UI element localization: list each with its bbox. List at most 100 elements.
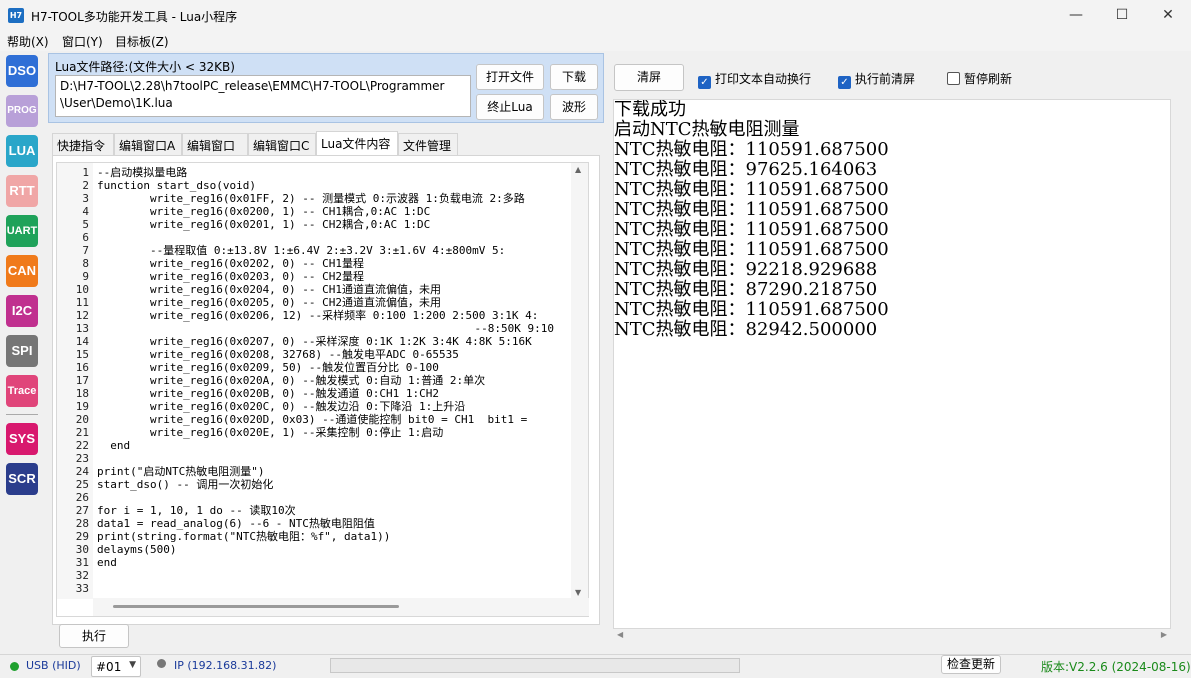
sidebar: DSO PROG LUA RTT UART CAN I2C SPI Trace … <box>0 51 44 654</box>
pause-refresh-label: 暂停刷新 <box>964 72 1013 86</box>
line-number: 3 <box>82 192 89 205</box>
line-number: 2 <box>82 179 89 192</box>
sidebar-item-prog[interactable]: PROG <box>6 95 38 127</box>
line-number: 27 <box>75 504 89 517</box>
scroll-right-icon[interactable]: ▶ <box>1161 630 1167 639</box>
stop-lua-button[interactable]: 终止Lua <box>476 94 544 120</box>
ip-status-label: IP (192.168.31.82) <box>174 659 277 672</box>
line-number: 5 <box>82 218 89 231</box>
sidebar-divider <box>6 414 38 415</box>
title-bar: H7 H7-TOOL多功能开发工具 - Lua小程序 — ☐ ✕ <box>0 0 1191 31</box>
code-line: write_reg16(0x01FF, 2) -- 测量模式 0:示波器 1:负… <box>97 192 525 205</box>
code-line: write_reg16(0x0209, 50) --触发位置百分比 0-100 <box>97 361 439 374</box>
line-number: 9 <box>82 270 89 283</box>
clear-screen-button[interactable]: 清屏 <box>614 64 684 91</box>
output-horizontal-scrollbar[interactable]: ◀ ▶ <box>613 629 1171 643</box>
code-line: print(string.format("NTC热敏电阻：%f", data1)… <box>97 530 391 543</box>
clear-before-run-checkbox[interactable]: ✓ 执行前清屏 <box>838 70 916 89</box>
code-line: write_reg16(0x0205, 0) -- CH2通道直流偏值，未用 <box>97 296 442 309</box>
code-line: write_reg16(0x0203, 0) -- CH2量程 <box>97 270 365 283</box>
editor-tabs: 快捷指令 编辑窗口A 编辑窗口B 编辑窗口C Lua文件内容 文件管理 <box>52 131 604 168</box>
auto-wrap-checkbox[interactable]: ✓ 打印文本自动换行 <box>698 70 812 89</box>
code-editor[interactable]: 1 2 3 4 5 6 7 8 9 10 11 12 13 14 15 16 17 18 19 20 21 22 23 24 2… <box>56 162 589 617</box>
output-console[interactable]: 下载成功 启动NTC热敏电阻测量 NTC热敏电阻：110591.687500 NTC热… <box>613 99 1171 629</box>
lua-path-field[interactable]: D:\H7-TOOL\2.28\h7toolPC_release\EMMC\H7… <box>55 75 471 117</box>
code-line: write_reg16(0x0206, 12) --采样频率 0:100 1:2… <box>97 309 539 322</box>
line-number: 18 <box>75 387 89 400</box>
auto-wrap-label: 打印文本自动换行 <box>715 72 812 86</box>
pause-refresh-checkbox[interactable]: 暂停刷新 <box>947 70 1012 86</box>
horizontal-scroll-thumb[interactable] <box>113 605 399 608</box>
code-line: delayms(500) <box>97 543 177 556</box>
code-line: write_reg16(0x020D, 0x03) --通道使能控制 bit0 … <box>97 413 528 426</box>
scroll-up-icon[interactable]: ▲ <box>575 165 581 174</box>
code-line: write_reg16(0x020B, 0) --触发通道 0:CH1 1:CH… <box>97 387 440 400</box>
code-line: end <box>97 556 117 569</box>
line-number: 30 <box>75 543 89 556</box>
line-number: 26 <box>75 491 89 504</box>
tab-edit-c[interactable]: 编辑窗口C <box>248 133 316 155</box>
line-number: 11 <box>75 296 89 309</box>
maximize-button[interactable]: ☐ <box>1099 0 1145 31</box>
chevron-down-icon: ▼ <box>129 660 136 670</box>
menu-help[interactable]: 帮助(X) <box>7 33 49 50</box>
line-number: 7 <box>82 244 89 257</box>
download-button[interactable]: 下载 <box>550 64 598 90</box>
scroll-down-icon[interactable]: ▼ <box>575 588 581 597</box>
device-index-select[interactable]: #01 ▼ <box>91 656 141 677</box>
sidebar-item-uart[interactable]: UART <box>6 215 38 247</box>
editor-horizontal-scrollbar[interactable] <box>93 598 589 616</box>
line-number: 1 <box>82 166 89 179</box>
code-line: write_reg16(0x0207, 0) --采样深度 0:1K 1:2K … <box>97 335 532 348</box>
wave-button[interactable]: 波形 <box>550 94 598 120</box>
sidebar-item-sys[interactable]: SYS <box>6 423 38 455</box>
open-file-button[interactable]: 打开文件 <box>476 64 544 90</box>
line-number: 20 <box>75 413 89 426</box>
tab-quick-commands[interactable]: 快捷指令 <box>52 133 114 155</box>
menu-target-board[interactable]: 目标板(Z) <box>115 33 169 50</box>
code-line: print("启动NTC热敏电阻测量") <box>97 465 265 478</box>
code-line: for i = 1, 10, 1 do -- 读取10次 <box>97 504 296 517</box>
tab-edit-b[interactable]: 编辑窗口B <box>182 133 248 168</box>
close-button[interactable]: ✕ <box>1145 0 1191 31</box>
check-update-button[interactable]: 检查更新 <box>941 655 1001 674</box>
sidebar-item-trace[interactable]: Trace <box>6 375 38 407</box>
tab-lua-content[interactable]: Lua文件内容 <box>316 131 398 155</box>
tab-edit-a[interactable]: 编辑窗口A <box>114 133 182 155</box>
output-line: NTC热敏电阻：92218.929688 <box>614 259 878 280</box>
line-number: 24 <box>75 465 89 478</box>
device-index-value: #01 <box>96 660 122 674</box>
output-line: NTC热敏电阻：110591.687500 <box>614 179 889 200</box>
line-number: 4 <box>82 205 89 218</box>
output-line: 下载成功 <box>614 99 686 120</box>
clear-before-run-label: 执行前清屏 <box>855 72 916 86</box>
line-number: 12 <box>75 309 89 322</box>
code-line: write_reg16(0x0204, 0) -- CH1通道直流偏值，未用 <box>97 283 442 296</box>
code-area[interactable]: --启动模拟量电路 function start_dso(void) write_… <box>97 163 571 599</box>
lua-path-line-1: D:\H7-TOOL\2.28\h7toolPC_release\EMMC\H7… <box>60 79 445 93</box>
code-line: write_reg16(0x020C, 0) --触发边沿 0:下降沿 1:上升… <box>97 400 466 413</box>
lua-path-label: Lua文件路径:(文件大小 < 32KB) <box>55 60 235 74</box>
tab-file-manager[interactable]: 文件管理 <box>398 133 458 155</box>
scroll-left-icon[interactable]: ◀ <box>617 630 623 639</box>
sidebar-item-spi[interactable]: SPI <box>6 335 38 367</box>
code-line: --量程取值 0:±13.8V 1:±6.4V 2:±3.2V 3:±1.6V … <box>97 244 506 257</box>
sidebar-item-can[interactable]: CAN <box>6 255 38 287</box>
line-number: 10 <box>75 283 89 296</box>
line-number: 8 <box>82 257 89 270</box>
line-number: 22 <box>75 439 89 452</box>
sidebar-item-i2c[interactable]: I2C <box>6 295 38 327</box>
code-line: write_reg16(0x020E, 1) --采集控制 0:停止 1:启动 <box>97 426 444 439</box>
sidebar-item-rtt[interactable]: RTT <box>6 175 38 207</box>
minimize-button[interactable]: — <box>1053 0 1099 31</box>
editor-vertical-scrollbar[interactable]: ▲ ▼ <box>571 163 588 599</box>
sidebar-item-scr[interactable]: SCR <box>6 463 38 495</box>
menu-bar: 帮助(X) 窗口(Y) 目标板(Z) <box>0 31 1191 51</box>
sidebar-item-dso[interactable]: DSO <box>6 55 38 87</box>
app-icon: H7 <box>8 8 24 23</box>
code-line: --启动模拟量电路 <box>97 166 188 179</box>
sidebar-item-lua[interactable]: LUA <box>6 135 38 167</box>
run-button[interactable]: 执行 <box>59 624 129 648</box>
line-number: 25 <box>75 478 89 491</box>
menu-window[interactable]: 窗口(Y) <box>62 33 103 50</box>
